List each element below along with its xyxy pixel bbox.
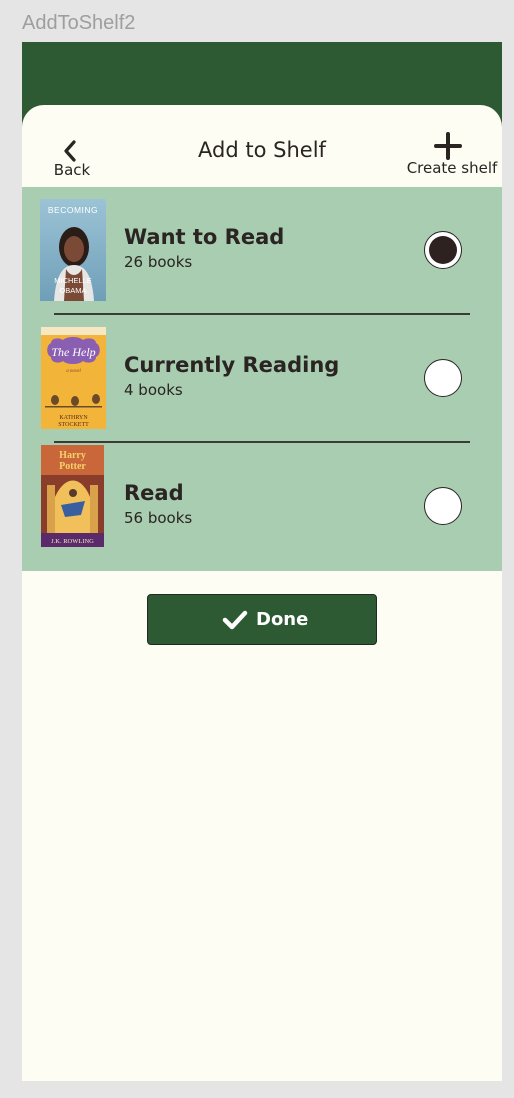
- bottom-sheet: Back Add to Shelf Create shelf BECOMING …: [22, 105, 502, 1081]
- radio-selected-dot: [429, 236, 457, 264]
- shelf-list: BECOMING MICHELLE OBAMA Want to Read 26 …: [22, 187, 502, 571]
- book-cover-the-help-image: The Help a novel KATHRYN STOCKETT: [41, 327, 106, 429]
- done-label: Done: [256, 609, 309, 630]
- cover-author-line-1: MICHELLE: [54, 276, 92, 285]
- cover-subtitle-the-help: a novel: [66, 369, 81, 374]
- cover-author-the-help-1: KATHRYN: [59, 415, 88, 421]
- frame-label: AddToShelf2: [22, 12, 136, 34]
- shelf-radio[interactable]: [424, 359, 462, 397]
- book-cover-harry-potter-image: Harry Potter J.K. ROWLING: [41, 445, 104, 547]
- shelf-radio-selected[interactable]: [424, 231, 462, 269]
- cover-title-harry-potter-2: Potter: [59, 461, 86, 472]
- shelf-count: 56 books: [124, 509, 193, 527]
- shelf-count: 26 books: [124, 253, 193, 271]
- cover-author-harry-potter: J.K. ROWLING: [51, 538, 94, 545]
- book-cover-harry-potter: Harry Potter J.K. ROWLING: [41, 445, 104, 547]
- create-shelf-button[interactable]: Create shelf: [402, 129, 502, 181]
- plus-icon: [434, 132, 462, 160]
- create-shelf-label: Create shelf: [406, 159, 498, 177]
- cover-title-harry-potter-1: Harry: [59, 450, 86, 461]
- shelf-row-currently-reading[interactable]: The Help a novel KATHRYN STOCKETT Curren…: [22, 315, 502, 443]
- shelf-name: Currently Reading: [124, 353, 340, 377]
- shelf-count: 4 books: [124, 381, 183, 399]
- cover-author-line-2: OBAMA: [59, 286, 86, 295]
- book-cover-the-help: The Help a novel KATHRYN STOCKETT: [41, 327, 106, 429]
- cover-title-becoming: BECOMING: [48, 205, 98, 215]
- checkmark-icon: [222, 610, 248, 630]
- cover-author-the-help-2: STOCKETT: [58, 422, 89, 428]
- shelf-row-want-to-read[interactable]: BECOMING MICHELLE OBAMA Want to Read 26 …: [22, 187, 502, 315]
- book-cover-becoming-image: BECOMING MICHELLE OBAMA: [40, 199, 106, 301]
- sheet-header: Back Add to Shelf Create shelf: [22, 105, 502, 187]
- shelf-name: Want to Read: [124, 225, 285, 249]
- cover-title-the-help: The Help: [51, 345, 95, 359]
- shelf-radio[interactable]: [424, 487, 462, 525]
- shelf-row-read[interactable]: Harry Potter J.K. ROWLING Read 56 books: [22, 443, 502, 571]
- shelf-name: Read: [124, 481, 184, 505]
- back-label: Back: [53, 161, 91, 179]
- done-button[interactable]: Done: [147, 594, 377, 645]
- book-cover-becoming: BECOMING MICHELLE OBAMA: [40, 199, 106, 301]
- add-to-shelf-screen: Back Add to Shelf Create shelf BECOMING …: [22, 42, 502, 1081]
